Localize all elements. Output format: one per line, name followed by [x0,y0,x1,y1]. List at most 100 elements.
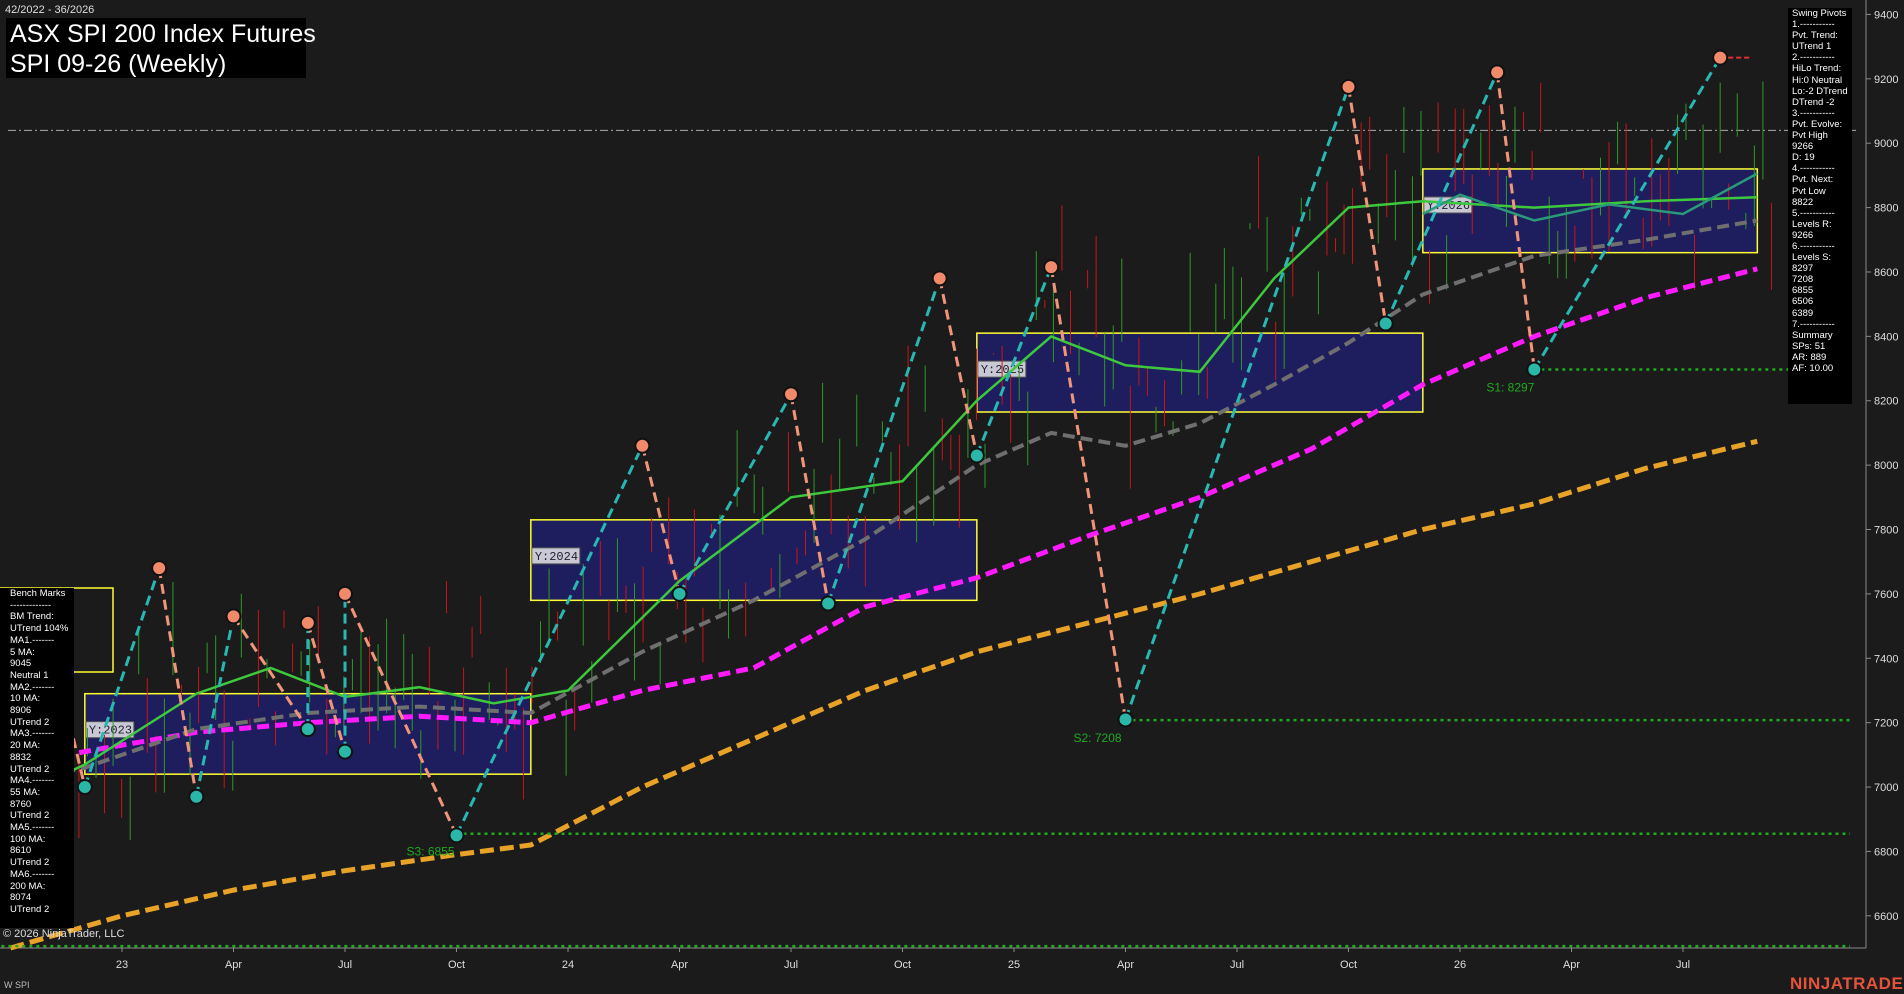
pivot-low-marker [299,721,316,738]
bench-panel-line: 5 MA: [10,646,35,658]
swing-panel-line: Hi:0 Neutral [1792,74,1843,86]
pivot-low-marker [188,788,205,805]
pivot-low-marker [76,779,93,796]
swing-panel-line: 7.----------- [1792,318,1835,330]
year-box [530,519,978,602]
pivot-high-marker [299,614,316,631]
y-tick-label: 8400 [1874,331,1898,343]
bench-panel-line: MA5.------- [10,822,55,834]
bench-panel-line: UTrend 2 [10,857,50,869]
swing-panel-line: 6506 [1792,296,1814,308]
swing-down-leg [938,278,979,456]
bench-panel-line: Bench Marks [10,588,66,599]
bench-panel-line: MA2.------- [10,681,55,693]
pivot-high-marker [337,585,353,602]
x-tick-label: 24 [562,959,574,971]
bench-panel-line: 8610 [10,845,32,857]
swing-panel-line: 9266 [1792,229,1814,241]
price-chart[interactable]: 6600 6800 7000 7200 7400 7600 7800 8000 8200 8400… [0,0,1904,994]
swing-panel-line: SPs: 51 [1792,340,1826,352]
swing-panel-line: AF: 10.00 [1792,363,1834,374]
y-tick-label: 8800 [1874,203,1898,215]
instrument-label: W SPI [4,980,30,990]
pivot-low-marker [448,827,465,844]
x-tick-label: Apr [225,959,242,971]
pivot-high-marker [634,437,651,454]
swing-panel-line: Pvt High [1792,130,1828,142]
swing-panel-line: 8297 [1792,263,1814,275]
pivot-low-marker [1526,361,1543,378]
chart-title: ASX SPI 200 Index Futures [10,20,316,48]
y-tick-label: 6600 [1874,911,1898,923]
x-tick-label: Oct [1340,959,1357,971]
bench-panel-line: UTrend 2 [10,810,50,822]
bench-marks-panel: Bench Marks ------------- BM Trend: UTrend … [0,588,74,928]
bench-panel-line: Neutral 1 [10,669,49,681]
x-tick-label: Oct [894,959,911,971]
bench-panel-line: UTrend 2 [10,763,50,775]
bench-panel-line: BM Trend: [10,611,54,623]
bench-panel-line: UTrend 2 [10,716,50,728]
year-box-label: Y:2023 [89,724,132,738]
swing-panel-line: 4.----------- [1792,163,1835,175]
swing-pivots-panel: Swing Pivots 1.----------- Pvt. Trend: UTre… [1788,8,1852,404]
swing-panel-line: HiLo Trend: [1792,63,1842,75]
bench-panel-line: UTrend 2 [10,903,50,915]
x-tick-label: Jul [1676,959,1690,971]
bench-panel-line: MA6.------- [10,868,55,880]
bench-panel-line: 8906 [10,705,32,717]
x-tick-label: Jul [784,959,798,971]
bench-panel-line: 200 MA: [10,880,46,892]
y-tick-label: 7400 [1874,653,1898,665]
swing-panel-line: Levels R: [1792,218,1832,230]
bench-panel-line: 8760 [10,798,32,810]
swing-panel-line: Pvt. Trend: [1792,30,1838,42]
swing-panel-line: DTrend -2 [1792,96,1835,108]
swing-panel-line: 5.----------- [1792,207,1835,219]
bench-panel-line: MA4.------- [10,775,55,787]
y-tick-label: 7200 [1874,718,1898,730]
bench-panel-line: 55 MA: [10,786,41,798]
support-label: S2: 7208 [1074,731,1122,745]
bench-panel-line: ------------- [10,599,52,611]
x-tick-label: Apr [671,959,688,971]
swing-panel-line: Pvt Low [1792,185,1826,197]
bench-panel-line: MA1.------- [10,634,55,646]
y-tick-label: 9200 [1874,74,1898,86]
swing-panel-line: 6.----------- [1792,240,1835,252]
pivot-high-marker [931,270,948,287]
bench-panel-line: MA3.------- [10,728,55,740]
swing-panel-line: 3.----------- [1792,107,1835,119]
bench-panel-line: 9045 [10,658,32,670]
swing-panel-line: AR: 889 [1792,351,1827,363]
pivot-low-marker [671,585,688,602]
swing-panel-line: Levels S: [1792,252,1832,264]
swing-panel-line: Swing Pivots [1792,8,1847,19]
y-tick-label: 7600 [1874,589,1898,601]
pivot-high-marker [783,386,799,403]
date-range: 42/2022 - 36/2026 [5,4,95,16]
swing-panel-line: 8822 [1792,196,1814,208]
chart-subtitle: SPI 09-26 (Weekly) [10,50,227,78]
swing-up-leg [455,445,644,836]
bench-panel-line: 100 MA: [10,833,46,845]
y-tick-label: 9000 [1874,138,1898,150]
x-tick-label: 26 [1454,959,1466,971]
y-tick-label: 8200 [1874,396,1898,408]
swing-panel-line: UTrend 1 [1792,41,1832,53]
year-box-label: Y:2024 [535,550,578,564]
swing-panel-line: 6855 [1792,285,1814,297]
bench-panel-line: 20 MA: [10,740,41,752]
swing-panel-line: Summary [1792,329,1833,341]
brand-logo: NINJATRADER [1790,974,1904,993]
pivot-high-marker [225,608,242,625]
pivot-low-marker [1117,711,1134,728]
swing-panel-line: 2.----------- [1792,52,1835,64]
bench-panel-line: 8074 [10,892,32,904]
bench-panel-line: 8832 [10,751,32,763]
pivot-high-marker [1043,259,1060,276]
swing-panel-line: D: 19 [1792,152,1815,164]
x-tick-label: Jul [1230,959,1244,971]
x-tick-label: Apr [1563,959,1580,971]
support-label: S3: 6855 [407,845,455,859]
